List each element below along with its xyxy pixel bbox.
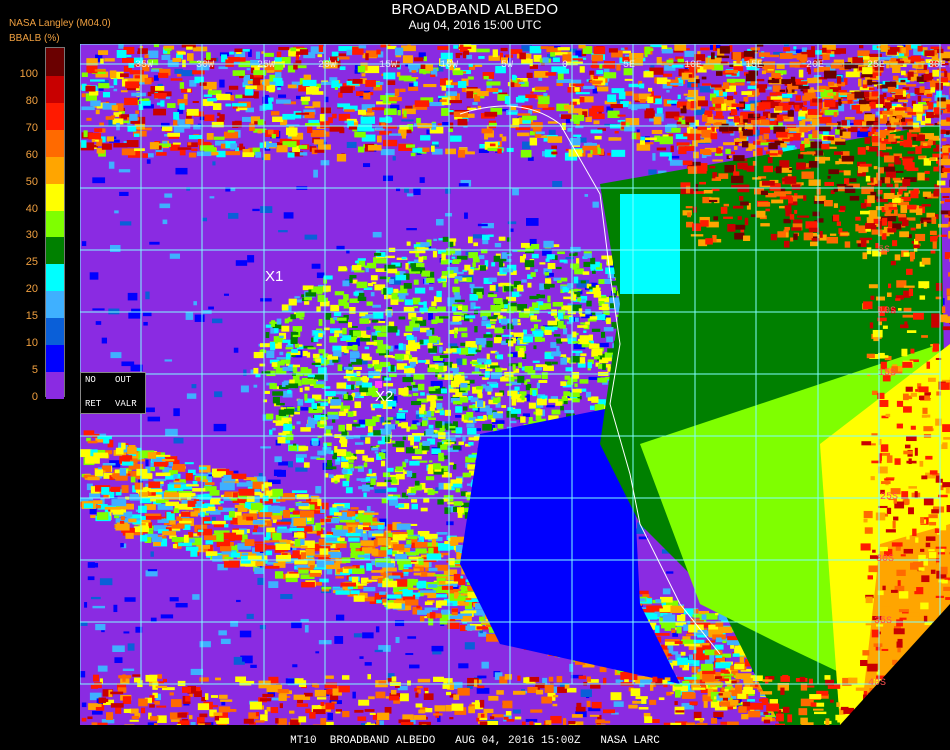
colorbar (45, 47, 65, 399)
marker-x1: X1 (265, 268, 284, 285)
colorbar-tick-label: 0 (31, 391, 38, 403)
longitude-label: 0 (562, 60, 569, 71)
latitude-label: 25S (880, 492, 899, 503)
latitude-label: 10S (878, 306, 897, 317)
colorbar-tick-label: 25 (25, 256, 38, 269)
colorbar-segment (46, 155, 64, 184)
colorbar-tick-label: 20 (25, 283, 38, 296)
colorbar-tick-label: 40 (25, 202, 38, 215)
latitude-label: 30S (876, 554, 895, 565)
longitude-label: 30E (928, 60, 947, 71)
legend-box: NO OUT RET VALR (80, 372, 146, 414)
latitude-label: 40S (868, 678, 887, 689)
colorbar-tick-label: 100 (19, 67, 38, 80)
longitude-label: 35W (135, 60, 154, 71)
colorbar-segment (46, 101, 64, 130)
longitude-label: 10W (440, 60, 459, 71)
legend-valr: VALR (115, 399, 137, 409)
footer-caption: MT10 BROADBAND ALBEDO AUG 04, 2016 15:00… (290, 735, 660, 747)
colorbar-segment (46, 344, 64, 373)
longitude-label: 25E (867, 60, 886, 71)
data-source-label: NASA Langley (M04.0) (9, 18, 111, 29)
albedo-field (80, 44, 950, 725)
colorbar-segment (46, 48, 64, 76)
colorbar-segment (46, 236, 64, 265)
colorbar-tick-label: 5 (31, 364, 38, 377)
latitude-label: 35S (874, 616, 893, 627)
latitude-label: 15S (878, 368, 897, 379)
albedo-map (80, 44, 950, 725)
marker-x2-dot (375, 381, 382, 388)
longitude-label: 30W (196, 60, 215, 71)
longitude-label: 15W (379, 60, 398, 71)
colorbar-label: BBALB (%) (9, 33, 60, 44)
image-timestamp: Aug 04, 2016 15:00 UTC (408, 18, 542, 32)
colorbar-tick-label: 60 (25, 148, 38, 161)
colorbar-segment (46, 74, 64, 103)
colorbar-segment (46, 317, 64, 346)
colorbar-segment (46, 371, 64, 399)
colorbar-tick-label: 30 (25, 229, 38, 242)
longitude-label: 10E (684, 60, 703, 71)
marker-x2: X2 (375, 388, 394, 405)
longitude-label: 20E (806, 60, 825, 71)
longitude-label: 5W (501, 60, 514, 71)
image-title: BROADBAND ALBEDO (391, 1, 559, 18)
longitude-label: 5E (623, 60, 636, 71)
colorbar-segment (46, 290, 64, 319)
longitude-label: 25W (257, 60, 276, 71)
colorbar-segment (46, 263, 64, 292)
legend-no: NO (85, 375, 96, 385)
colorbar-tick-label: 80 (25, 94, 38, 107)
longitude-label: 20W (318, 60, 337, 71)
longitude-label: 15E (745, 60, 764, 71)
colorbar-segment (46, 209, 64, 238)
colorbar-tick-label: 50 (25, 175, 38, 188)
colorbar-tick-label: 10 (25, 337, 38, 350)
legend-out: OUT (115, 375, 132, 385)
colorbar-segment (46, 182, 64, 211)
colorbar-tick-label: 15 (25, 310, 38, 323)
legend-ret: RET (85, 399, 102, 409)
latitude-label: 5S (878, 245, 891, 256)
colorbar-tick-label: 70 (25, 121, 38, 134)
colorbar-segment (46, 128, 64, 157)
